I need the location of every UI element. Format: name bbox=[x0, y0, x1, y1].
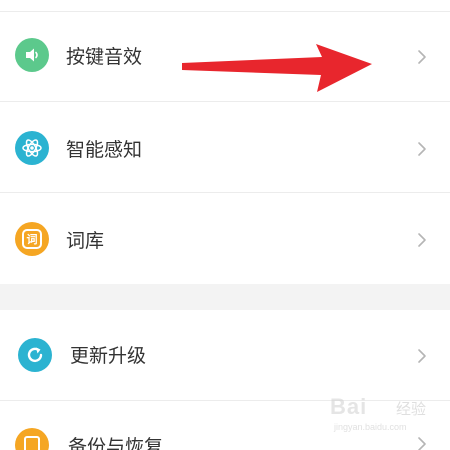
arrow-icon bbox=[182, 44, 372, 92]
watermark-brand-cn: 经验 bbox=[396, 400, 427, 418]
red-arrow-annotation bbox=[182, 44, 372, 92]
baidu-watermark: Bai 经验 jingyan.baidu.com bbox=[330, 394, 440, 440]
watermark-brand: Bai bbox=[330, 394, 368, 419]
watermark-domain: jingyan.baidu.com bbox=[334, 422, 407, 432]
